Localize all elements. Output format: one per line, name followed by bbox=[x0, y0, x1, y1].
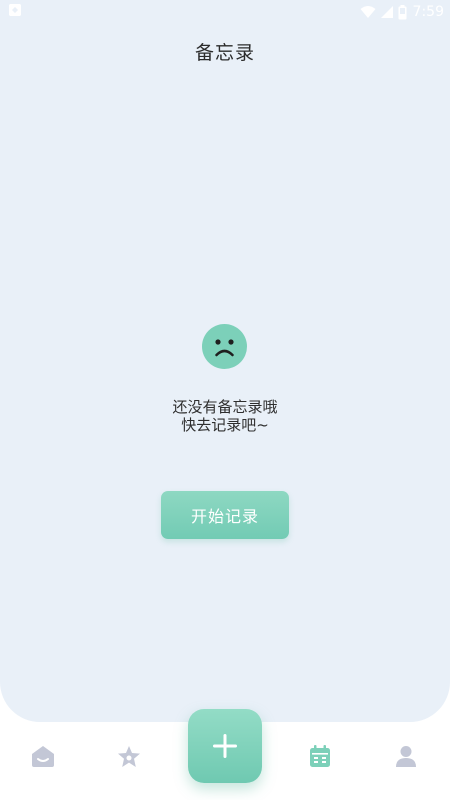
nav-home[interactable] bbox=[29, 742, 57, 770]
empty-message-line1: 还没有备忘录哦 bbox=[172, 398, 278, 416]
nav-profile[interactable] bbox=[392, 742, 420, 770]
notification-icon bbox=[9, 4, 21, 16]
page-title: 备忘录 bbox=[194, 42, 255, 64]
signal-icon bbox=[380, 6, 393, 18]
add-icon bbox=[213, 734, 237, 758]
add-memo-button[interactable] bbox=[188, 709, 262, 783]
nav-calendar[interactable] bbox=[306, 742, 334, 770]
sad-face-icon bbox=[202, 324, 247, 369]
status-time: 7:59 bbox=[412, 4, 444, 20]
status-bar: 7:59 bbox=[0, 0, 450, 24]
empty-message-line2: 快去记录吧~ bbox=[181, 416, 269, 434]
status-icons: 7:59 bbox=[360, 2, 444, 22]
calendar-icon bbox=[310, 744, 330, 767]
app-screen: 7:59 备忘录 还没有备忘录哦 快去记录吧~ 开始记录 bbox=[0, 0, 450, 800]
star-icon bbox=[118, 745, 140, 767]
start-recording-button[interactable]: 开始记录 bbox=[161, 491, 289, 539]
battery-icon bbox=[398, 4, 407, 19]
wifi-icon bbox=[360, 6, 376, 18]
home-icon bbox=[32, 746, 54, 767]
nav-favorites[interactable] bbox=[115, 742, 143, 770]
person-icon bbox=[396, 745, 416, 767]
